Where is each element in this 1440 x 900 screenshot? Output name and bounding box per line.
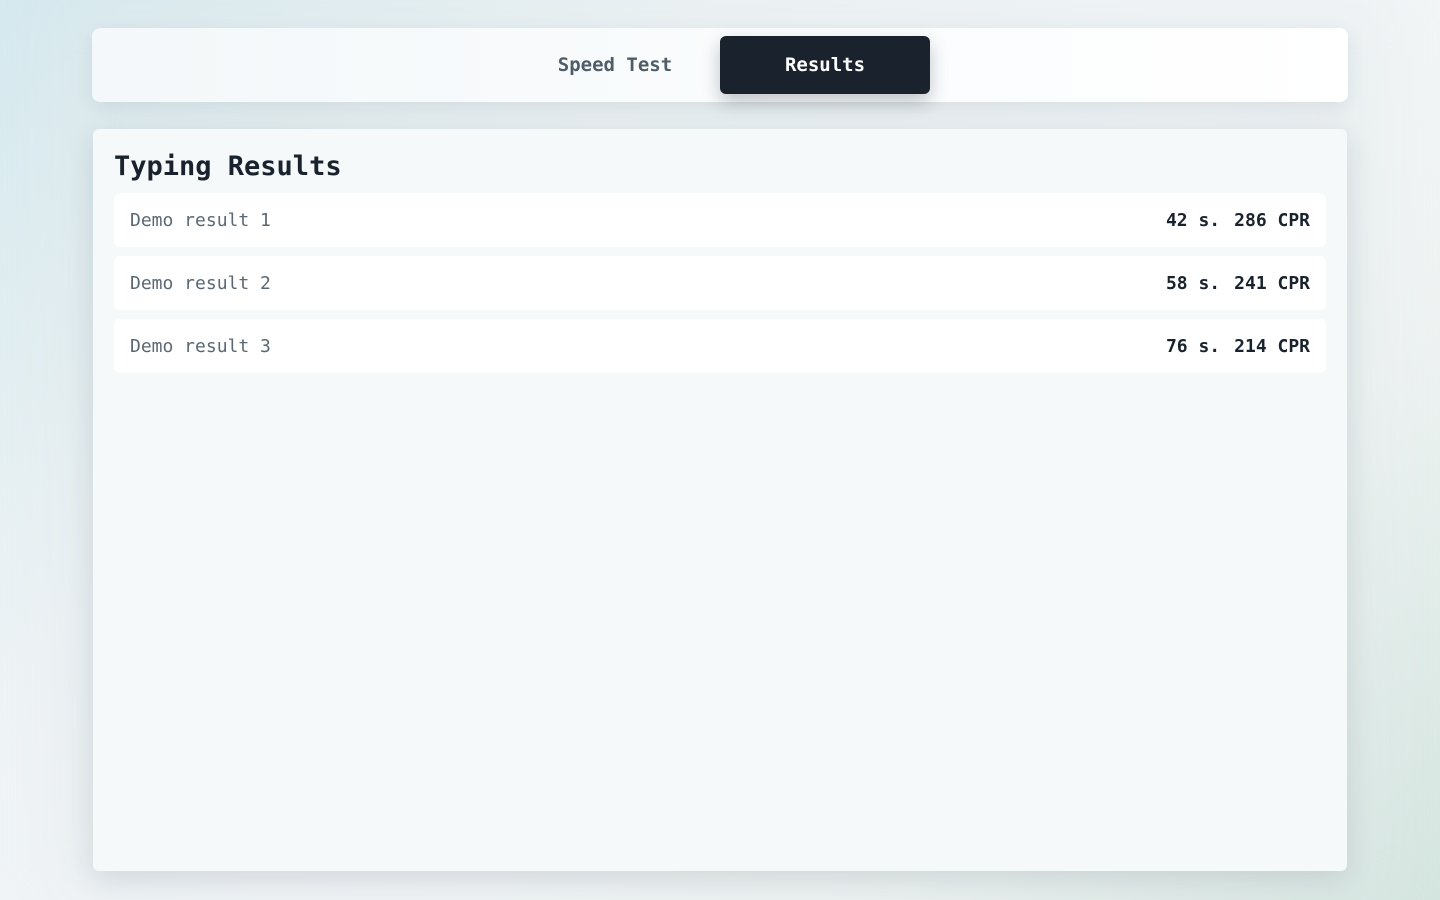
- list-item: Demo result 1 42 s. 286 CPR: [114, 193, 1326, 247]
- page-title: Typing Results: [114, 151, 342, 182]
- result-time: 42 s.: [1165, 209, 1221, 231]
- result-name: Demo result 1: [130, 209, 271, 231]
- tab-bar: Speed Test Results: [92, 28, 1348, 102]
- tab-results[interactable]: Results: [720, 36, 930, 94]
- result-list: Demo result 1 42 s. 286 CPR Demo result …: [114, 193, 1326, 373]
- result-time: 76 s.: [1165, 335, 1221, 357]
- result-stats: 58 s. 241 CPR: [1166, 273, 1310, 294]
- result-name: Demo result 2: [130, 272, 271, 294]
- result-time: 58 s.: [1165, 272, 1221, 294]
- result-stats: 76 s. 214 CPR: [1166, 336, 1310, 357]
- list-item: Demo result 2 58 s. 241 CPR: [114, 256, 1326, 310]
- result-cpr: 214 CPR: [1234, 335, 1310, 357]
- result-cpr: 286 CPR: [1234, 209, 1310, 231]
- list-item: Demo result 3 76 s. 214 CPR: [114, 319, 1326, 373]
- result-name: Demo result 3: [130, 335, 271, 357]
- tab-list: Speed Test Results: [510, 36, 930, 94]
- results-panel: Typing Results Demo result 1 42 s. 286 C…: [93, 129, 1347, 871]
- result-cpr: 241 CPR: [1234, 272, 1310, 294]
- result-stats: 42 s. 286 CPR: [1166, 210, 1310, 231]
- tab-speed-test[interactable]: Speed Test: [510, 36, 720, 94]
